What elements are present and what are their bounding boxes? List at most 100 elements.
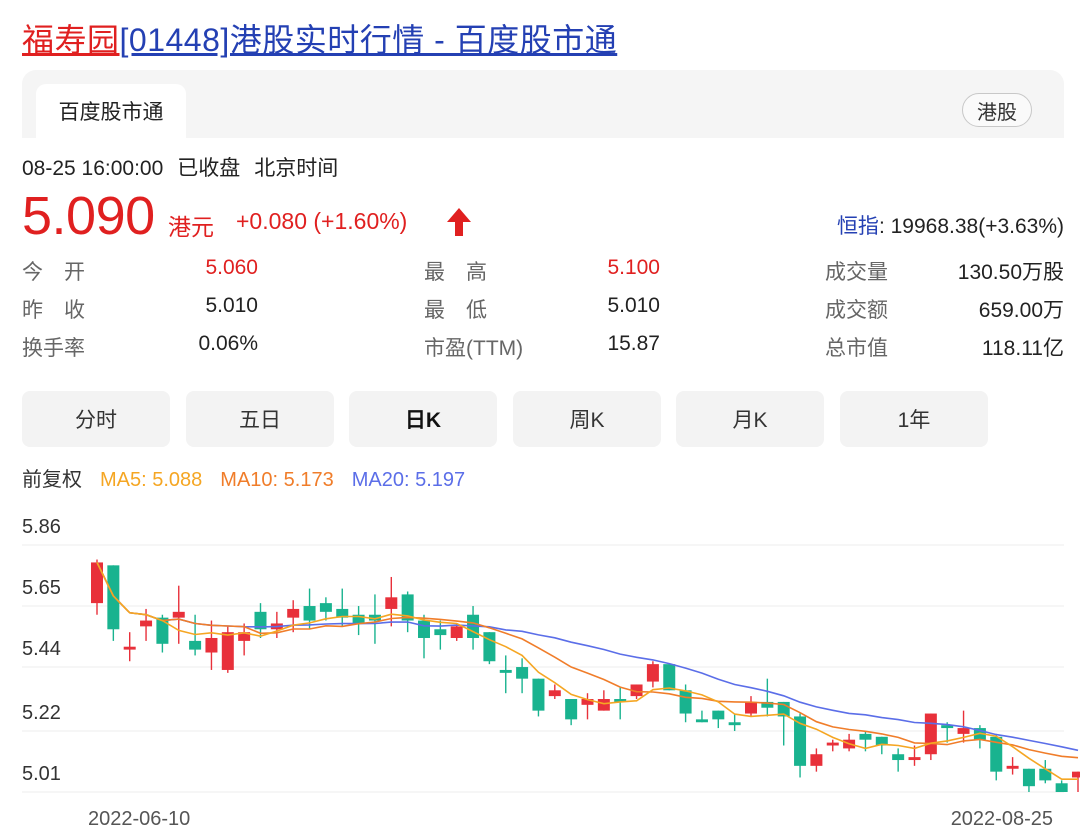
candle-body bbox=[565, 699, 578, 720]
candle-body bbox=[695, 719, 708, 723]
stats-row: 今 开 5.060 最 高 5.100 成交量 130.50万股 bbox=[22, 254, 1064, 292]
y-tick-label: 5.86 bbox=[22, 516, 61, 538]
stat-label: 市盈(TTM) bbox=[424, 337, 524, 360]
candle-body bbox=[221, 632, 234, 670]
tab-five-day[interactable]: 五日 bbox=[186, 391, 334, 447]
stat-value: 5.010 bbox=[205, 294, 258, 317]
candle-body bbox=[924, 713, 937, 755]
page-title[interactable]: 福寿园[01448]港股实时行情 - 百度股市通 bbox=[22, 18, 617, 62]
market-state: 已收盘 bbox=[177, 157, 241, 180]
candle-body bbox=[91, 562, 103, 604]
ma5-legend: MA5: 5.088 bbox=[100, 469, 203, 491]
stat-value: 5.010 bbox=[607, 294, 660, 317]
stat-value: 659.00万 bbox=[978, 299, 1064, 322]
candle-body bbox=[172, 611, 185, 618]
stats-row: 换手率 0.06% 市盈(TTM) 15.87 总市值 118.11亿 bbox=[22, 330, 1064, 368]
candle-body bbox=[1072, 771, 1080, 778]
candle-body bbox=[189, 640, 202, 650]
candle-body bbox=[957, 728, 970, 734]
candle-body bbox=[745, 701, 757, 714]
candle-body bbox=[679, 690, 692, 714]
candle-body bbox=[140, 620, 153, 627]
stat-label: 昨 收 bbox=[22, 299, 85, 322]
tab-one-year[interactable]: 1年 bbox=[840, 391, 988, 447]
candle-body bbox=[483, 632, 496, 662]
price-row: 5.090 港元 +0.080 (+1.60%) 恒指: 19968.38(+3… bbox=[22, 186, 1064, 246]
stat-label: 换手率 bbox=[22, 337, 85, 360]
candle-body bbox=[728, 722, 741, 726]
adjust-mode[interactable]: 前复权 bbox=[22, 469, 82, 491]
index-label[interactable]: 恒指 bbox=[837, 215, 879, 238]
candle-body bbox=[434, 629, 447, 636]
candle-body bbox=[107, 565, 120, 630]
tab-intraday[interactable]: 分时 bbox=[22, 391, 170, 447]
quote-datetime: 08-25 16:00:00 bbox=[22, 157, 164, 180]
candle-body bbox=[123, 646, 136, 650]
candle-body bbox=[908, 757, 921, 761]
candle-body bbox=[646, 664, 659, 682]
candle-body bbox=[1006, 765, 1019, 769]
candle-body bbox=[663, 664, 676, 691]
stat-label: 总市值 bbox=[825, 337, 888, 360]
hsi-index[interactable]: 恒指: 19968.38(+3.63%) bbox=[837, 210, 1064, 240]
ma-legend: 前复权 MA5: 5.088 MA10: 5.173 MA20: 5.197 bbox=[22, 463, 483, 492]
y-tick-label: 5.44 bbox=[22, 638, 61, 660]
index-value: : 19968.38(+3.63%) bbox=[878, 215, 1064, 238]
candle-body bbox=[859, 733, 872, 740]
candle-body bbox=[499, 669, 512, 673]
candle-body bbox=[532, 678, 545, 711]
ma20-legend: MA20: 5.197 bbox=[351, 469, 466, 491]
stat-value: 118.11亿 bbox=[981, 337, 1064, 360]
current-price: 5.090 bbox=[22, 186, 155, 246]
candle-body bbox=[205, 637, 218, 653]
candle-body bbox=[548, 690, 561, 697]
y-tick-label: 5.65 bbox=[22, 577, 61, 599]
source-card-header: 百度股市通 港股 bbox=[22, 70, 1064, 138]
stat-label: 最 高 bbox=[424, 261, 487, 284]
stat-value: 5.060 bbox=[205, 256, 258, 279]
timezone-label: 北京时间 bbox=[254, 157, 339, 180]
chart-period-tabs: 分时 五日 日K 周K 月K 1年 bbox=[22, 391, 1064, 447]
candle-body bbox=[1055, 783, 1068, 792]
title-company-link[interactable]: 福寿园 bbox=[22, 22, 120, 58]
stat-value: 15.87 bbox=[607, 332, 660, 355]
y-tick-label: 5.01 bbox=[22, 763, 61, 785]
x-tick-label: 2022-06-10 bbox=[88, 808, 190, 830]
stats-row: 昨 收 5.010 最 低 5.010 成交额 659.00万 bbox=[22, 292, 1064, 330]
tab-monthly-k[interactable]: 月K bbox=[676, 391, 824, 447]
stat-label: 今 开 bbox=[22, 261, 85, 284]
candle-body bbox=[418, 620, 430, 638]
quote-status: 08-25 16:00:00 已收盘 北京时间 bbox=[22, 152, 352, 182]
price-change: +0.080 (+1.60%) bbox=[236, 208, 408, 234]
candle-body bbox=[287, 608, 300, 618]
candle-body bbox=[810, 754, 823, 766]
candle-body bbox=[385, 597, 398, 609]
title-rest-link[interactable]: [01448]港股实时行情 - 百度股市通 bbox=[120, 22, 618, 58]
candle-body bbox=[450, 626, 463, 638]
candle-body bbox=[1022, 768, 1035, 787]
candle-body bbox=[516, 667, 529, 679]
candle-body bbox=[156, 617, 169, 644]
arrow-up-icon bbox=[447, 208, 471, 236]
candle-body bbox=[597, 699, 610, 711]
tab-daily-k[interactable]: 日K bbox=[349, 391, 497, 447]
stat-label: 成交量 bbox=[825, 261, 888, 284]
stat-value: 0.06% bbox=[198, 332, 258, 355]
y-tick-label: 5.22 bbox=[22, 702, 61, 724]
stats-grid: 今 开 5.060 最 高 5.100 成交量 130.50万股 昨 收 5.0… bbox=[22, 254, 1064, 368]
stat-label: 最 低 bbox=[424, 299, 487, 322]
ma10-legend: MA10: 5.173 bbox=[220, 469, 334, 491]
candle-body bbox=[319, 603, 332, 612]
source-tab[interactable]: 百度股市通 bbox=[36, 84, 186, 138]
tab-weekly-k[interactable]: 周K bbox=[513, 391, 661, 447]
candle-body bbox=[892, 754, 905, 761]
stat-value: 5.100 bbox=[607, 256, 660, 279]
x-tick-label: 2022-08-25 bbox=[951, 808, 1053, 830]
candle-body bbox=[1039, 768, 1052, 781]
candle-body bbox=[712, 710, 725, 720]
market-badge[interactable]: 港股 bbox=[962, 93, 1032, 127]
stat-value: 130.50万股 bbox=[957, 261, 1064, 284]
candle-body bbox=[826, 742, 839, 746]
candlestick-chart[interactable]: 5.86 5.65 5.44 5.22 5.01 2022-06-10 2022-08-25 bbox=[0, 500, 1080, 834]
stat-label: 成交额 bbox=[825, 299, 888, 322]
